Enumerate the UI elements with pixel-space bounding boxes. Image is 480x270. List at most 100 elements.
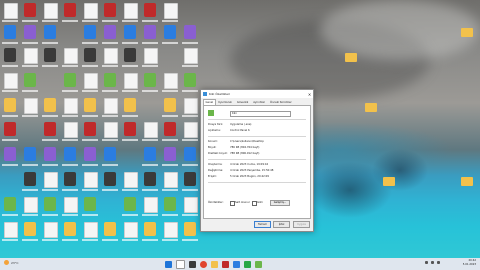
desktop-icon[interactable] [84, 73, 98, 89]
desktop-icon[interactable] [24, 197, 38, 213]
start-icon[interactable] [165, 260, 172, 268]
desktop-icon[interactable] [64, 48, 78, 64]
desktop-icon[interactable] [84, 3, 98, 19]
app-icon[interactable] [255, 260, 262, 268]
desktop-icon[interactable] [64, 197, 78, 213]
desktop-icon[interactable] [84, 172, 98, 188]
folder-icon[interactable] [383, 177, 395, 186]
desktop-icon[interactable] [164, 147, 176, 161]
desktop-icon[interactable] [124, 3, 138, 19]
desktop-icon[interactable] [124, 73, 138, 89]
opera-icon[interactable] [200, 260, 207, 268]
desktop-icon[interactable] [184, 147, 196, 161]
desktop-icon[interactable] [4, 98, 16, 112]
desktop-icon[interactable] [44, 172, 58, 188]
file-name-input[interactable]: Kiki [230, 111, 291, 117]
desktop-icon[interactable] [44, 3, 58, 19]
cancel-button[interactable]: İptal [273, 221, 290, 228]
desktop-icon[interactable] [184, 98, 198, 114]
desktop-icon[interactable] [4, 147, 16, 161]
desktop-icon[interactable] [64, 73, 76, 87]
desktop-icon[interactable] [104, 222, 116, 236]
desktop-icon[interactable] [144, 222, 156, 236]
desktop-icon[interactable] [24, 25, 36, 39]
desktop-icon[interactable] [184, 172, 196, 186]
desktop-icon[interactable] [44, 25, 56, 39]
desktop-icon[interactable] [84, 222, 98, 238]
folder-icon[interactable] [365, 103, 377, 112]
task-view-icon[interactable] [189, 260, 196, 268]
desktop-icon[interactable] [164, 172, 178, 188]
desktop-icon[interactable] [44, 122, 56, 136]
desktop-icon[interactable] [164, 25, 176, 39]
desktop-icon[interactable] [44, 197, 56, 211]
desktop-icon[interactable] [144, 122, 158, 138]
desktop-icon[interactable] [44, 147, 56, 161]
desktop-icon[interactable] [144, 25, 156, 39]
desktop-icon[interactable] [164, 73, 178, 89]
desktop-icon[interactable] [84, 98, 96, 112]
desktop-icon[interactable] [84, 197, 96, 211]
desktop-icon[interactable] [124, 197, 136, 211]
desktop-icon[interactable] [4, 48, 16, 62]
dialog-titlebar[interactable]: Kiki Özellikleri ✕ [201, 90, 313, 98]
desktop-icon[interactable] [144, 73, 156, 87]
folder-icon[interactable] [461, 177, 473, 186]
desktop-icon[interactable] [24, 48, 38, 64]
desktop-icon[interactable] [44, 98, 56, 112]
desktop-icon[interactable] [44, 48, 56, 62]
desktop-icon[interactable] [24, 172, 36, 186]
desktop-icon[interactable] [144, 172, 156, 186]
desktop-icon[interactable] [104, 172, 116, 186]
desktop-icon[interactable] [4, 25, 16, 39]
desktop-icon[interactable] [104, 3, 116, 17]
desktop-icon[interactable] [24, 3, 36, 17]
clock[interactable]: 20:42 5.01.2023 [463, 259, 476, 267]
app-icon[interactable] [244, 260, 251, 268]
desktop-icon[interactable] [84, 48, 96, 62]
desktop-icon[interactable] [124, 98, 136, 112]
file-explorer-icon[interactable] [211, 260, 218, 268]
desktop-icon[interactable] [104, 73, 116, 87]
desktop-icon[interactable] [84, 147, 96, 161]
desktop-icon[interactable] [124, 48, 136, 62]
search-icon[interactable] [176, 259, 185, 269]
desktop-icon[interactable] [184, 122, 198, 138]
desktop-icon[interactable] [164, 122, 176, 136]
wifi-icon[interactable] [431, 261, 434, 264]
desktop-icon[interactable] [64, 147, 76, 161]
desktop-icon[interactable] [184, 25, 196, 39]
desktop-icon[interactable] [64, 122, 78, 138]
advanced-button[interactable]: Gelişmiş... [270, 200, 290, 206]
desktop-icon[interactable] [164, 222, 178, 238]
desktop-icon[interactable] [4, 222, 18, 238]
desktop-icon[interactable] [104, 25, 116, 39]
desktop-icon[interactable] [184, 48, 198, 64]
ok-button[interactable]: Tamam [254, 221, 271, 228]
weather-widget[interactable]: 23°C [4, 260, 18, 265]
chevron-up-icon[interactable] [425, 261, 428, 264]
desktop-icon[interactable] [124, 122, 136, 136]
desktop-icon[interactable] [84, 25, 96, 39]
desktop-icon[interactable] [124, 172, 138, 188]
folder-icon[interactable] [461, 28, 473, 37]
desktop-icon[interactable] [144, 197, 158, 213]
volume-icon[interactable] [437, 261, 440, 264]
desktop-icon[interactable] [24, 73, 36, 87]
desktop-icon[interactable] [24, 98, 38, 114]
apply-button[interactable]: Uygula [293, 221, 310, 228]
desktop-icon[interactable] [144, 48, 158, 64]
desktop-icon[interactable] [64, 222, 76, 236]
desktop-icon[interactable] [104, 48, 118, 64]
desktop-icon[interactable] [4, 197, 16, 211]
desktop-icon[interactable] [184, 222, 196, 236]
desktop-icon[interactable] [184, 197, 198, 213]
desktop-icon[interactable] [64, 172, 76, 186]
desktop-icon[interactable] [104, 122, 118, 138]
store-icon[interactable] [233, 260, 240, 268]
app-icon[interactable] [222, 260, 229, 268]
desktop-icon[interactable] [104, 98, 118, 114]
desktop-icon[interactable] [64, 3, 76, 17]
desktop-icon[interactable] [144, 3, 156, 17]
desktop-icon[interactable] [24, 147, 36, 161]
